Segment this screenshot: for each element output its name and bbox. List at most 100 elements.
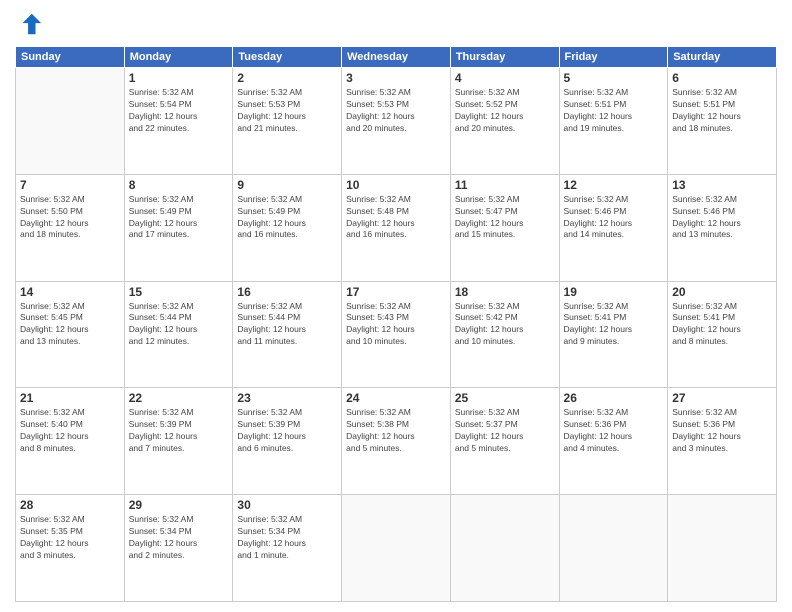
calendar-table: SundayMondayTuesdayWednesdayThursdayFrid… xyxy=(15,46,777,602)
day-info: Sunrise: 5:32 AM Sunset: 5:51 PM Dayligh… xyxy=(564,87,664,135)
day-number: 22 xyxy=(129,391,229,405)
day-number: 14 xyxy=(20,285,120,299)
header xyxy=(15,10,777,38)
calendar-cell: 3 Sunrise: 5:32 AM Sunset: 5:53 PM Daylig… xyxy=(342,68,451,175)
calendar-cell: 27 Sunrise: 5:32 AM Sunset: 5:36 PM Dayli… xyxy=(668,388,777,495)
calendar-cell: 21 Sunrise: 5:32 AM Sunset: 5:40 PM Dayli… xyxy=(16,388,125,495)
calendar-cell: 16 Sunrise: 5:32 AM Sunset: 5:44 PM Dayli… xyxy=(233,281,342,388)
calendar-cell: 5 Sunrise: 5:32 AM Sunset: 5:51 PM Daylig… xyxy=(559,68,668,175)
day-number: 25 xyxy=(455,391,555,405)
day-number: 27 xyxy=(672,391,772,405)
day-info: Sunrise: 5:32 AM Sunset: 5:53 PM Dayligh… xyxy=(346,87,446,135)
calendar-cell: 8 Sunrise: 5:32 AM Sunset: 5:49 PM Daylig… xyxy=(124,174,233,281)
day-number: 1 xyxy=(129,71,229,85)
calendar-cell: 24 Sunrise: 5:32 AM Sunset: 5:38 PM Dayli… xyxy=(342,388,451,495)
day-info: Sunrise: 5:32 AM Sunset: 5:41 PM Dayligh… xyxy=(672,301,772,349)
day-info: Sunrise: 5:32 AM Sunset: 5:37 PM Dayligh… xyxy=(455,407,555,455)
calendar-cell: 19 Sunrise: 5:32 AM Sunset: 5:41 PM Dayli… xyxy=(559,281,668,388)
day-info: Sunrise: 5:32 AM Sunset: 5:46 PM Dayligh… xyxy=(672,194,772,242)
calendar-cell: 2 Sunrise: 5:32 AM Sunset: 5:53 PM Daylig… xyxy=(233,68,342,175)
day-number: 6 xyxy=(672,71,772,85)
calendar-cell: 22 Sunrise: 5:32 AM Sunset: 5:39 PM Dayli… xyxy=(124,388,233,495)
day-number: 28 xyxy=(20,498,120,512)
day-info: Sunrise: 5:32 AM Sunset: 5:50 PM Dayligh… xyxy=(20,194,120,242)
day-info: Sunrise: 5:32 AM Sunset: 5:36 PM Dayligh… xyxy=(672,407,772,455)
calendar-cell xyxy=(450,495,559,602)
day-info: Sunrise: 5:32 AM Sunset: 5:46 PM Dayligh… xyxy=(564,194,664,242)
day-number: 8 xyxy=(129,178,229,192)
day-info: Sunrise: 5:32 AM Sunset: 5:51 PM Dayligh… xyxy=(672,87,772,135)
calendar-header-tuesday: Tuesday xyxy=(233,47,342,68)
calendar-cell xyxy=(342,495,451,602)
calendar-cell: 10 Sunrise: 5:32 AM Sunset: 5:48 PM Dayli… xyxy=(342,174,451,281)
calendar-cell xyxy=(16,68,125,175)
day-number: 19 xyxy=(564,285,664,299)
calendar-cell: 9 Sunrise: 5:32 AM Sunset: 5:49 PM Daylig… xyxy=(233,174,342,281)
logo-icon xyxy=(15,10,43,38)
calendar-header-saturday: Saturday xyxy=(668,47,777,68)
calendar-cell: 15 Sunrise: 5:32 AM Sunset: 5:44 PM Dayli… xyxy=(124,281,233,388)
calendar-header-friday: Friday xyxy=(559,47,668,68)
day-info: Sunrise: 5:32 AM Sunset: 5:53 PM Dayligh… xyxy=(237,87,337,135)
day-number: 9 xyxy=(237,178,337,192)
day-number: 13 xyxy=(672,178,772,192)
calendar-cell: 29Sunrise: 5:32 AM Sunset: 5:34 PM Dayli… xyxy=(124,495,233,602)
calendar-week-4: 21 Sunrise: 5:32 AM Sunset: 5:40 PM Dayli… xyxy=(16,388,777,495)
calendar-week-2: 7Sunrise: 5:32 AM Sunset: 5:50 PM Daylig… xyxy=(16,174,777,281)
calendar-cell: 6 Sunrise: 5:32 AM Sunset: 5:51 PM Daylig… xyxy=(668,68,777,175)
day-info: Sunrise: 5:32 AM Sunset: 5:39 PM Dayligh… xyxy=(237,407,337,455)
day-number: 4 xyxy=(455,71,555,85)
calendar-cell: 18 Sunrise: 5:32 AM Sunset: 5:42 PM Dayli… xyxy=(450,281,559,388)
day-info: Sunrise: 5:32 AM Sunset: 5:41 PM Dayligh… xyxy=(564,301,664,349)
calendar-cell: 20 Sunrise: 5:32 AM Sunset: 5:41 PM Dayli… xyxy=(668,281,777,388)
day-number: 5 xyxy=(564,71,664,85)
day-number: 2 xyxy=(237,71,337,85)
day-number: 12 xyxy=(564,178,664,192)
calendar-cell: 4 Sunrise: 5:32 AM Sunset: 5:52 PM Daylig… xyxy=(450,68,559,175)
day-number: 17 xyxy=(346,285,446,299)
calendar-week-3: 14Sunrise: 5:32 AM Sunset: 5:45 PM Dayli… xyxy=(16,281,777,388)
day-number: 18 xyxy=(455,285,555,299)
day-info: Sunrise: 5:32 AM Sunset: 5:34 PM Dayligh… xyxy=(237,514,337,562)
calendar-cell: 7Sunrise: 5:32 AM Sunset: 5:50 PM Daylig… xyxy=(16,174,125,281)
calendar-cell: 14Sunrise: 5:32 AM Sunset: 5:45 PM Dayli… xyxy=(16,281,125,388)
page: SundayMondayTuesdayWednesdayThursdayFrid… xyxy=(0,0,792,612)
day-number: 3 xyxy=(346,71,446,85)
calendar-cell: 12 Sunrise: 5:32 AM Sunset: 5:46 PM Dayli… xyxy=(559,174,668,281)
day-info: Sunrise: 5:32 AM Sunset: 5:43 PM Dayligh… xyxy=(346,301,446,349)
calendar-cell xyxy=(668,495,777,602)
calendar-header-thursday: Thursday xyxy=(450,47,559,68)
calendar-cell: 13 Sunrise: 5:32 AM Sunset: 5:46 PM Dayli… xyxy=(668,174,777,281)
day-number: 16 xyxy=(237,285,337,299)
day-number: 21 xyxy=(20,391,120,405)
day-info: Sunrise: 5:32 AM Sunset: 5:36 PM Dayligh… xyxy=(564,407,664,455)
day-number: 10 xyxy=(346,178,446,192)
day-info: Sunrise: 5:32 AM Sunset: 5:38 PM Dayligh… xyxy=(346,407,446,455)
day-info: Sunrise: 5:32 AM Sunset: 5:52 PM Dayligh… xyxy=(455,87,555,135)
day-number: 20 xyxy=(672,285,772,299)
day-info: Sunrise: 5:32 AM Sunset: 5:40 PM Dayligh… xyxy=(20,407,120,455)
day-info: Sunrise: 5:32 AM Sunset: 5:39 PM Dayligh… xyxy=(129,407,229,455)
day-info: Sunrise: 5:32 AM Sunset: 5:48 PM Dayligh… xyxy=(346,194,446,242)
day-number: 29 xyxy=(129,498,229,512)
day-info: Sunrise: 5:32 AM Sunset: 5:42 PM Dayligh… xyxy=(455,301,555,349)
calendar-week-1: 1 Sunrise: 5:32 AM Sunset: 5:54 PM Daylig… xyxy=(16,68,777,175)
calendar-cell: 28Sunrise: 5:32 AM Sunset: 5:35 PM Dayli… xyxy=(16,495,125,602)
calendar-cell: 26 Sunrise: 5:32 AM Sunset: 5:36 PM Dayli… xyxy=(559,388,668,495)
calendar-cell: 17 Sunrise: 5:32 AM Sunset: 5:43 PM Dayli… xyxy=(342,281,451,388)
day-info: Sunrise: 5:32 AM Sunset: 5:49 PM Dayligh… xyxy=(129,194,229,242)
day-number: 24 xyxy=(346,391,446,405)
day-info: Sunrise: 5:32 AM Sunset: 5:44 PM Dayligh… xyxy=(237,301,337,349)
day-number: 11 xyxy=(455,178,555,192)
day-number: 15 xyxy=(129,285,229,299)
day-number: 26 xyxy=(564,391,664,405)
logo xyxy=(15,10,47,38)
calendar-header-sunday: Sunday xyxy=(16,47,125,68)
calendar-header-monday: Monday xyxy=(124,47,233,68)
calendar-cell: 11 Sunrise: 5:32 AM Sunset: 5:47 PM Dayli… xyxy=(450,174,559,281)
day-info: Sunrise: 5:32 AM Sunset: 5:49 PM Dayligh… xyxy=(237,194,337,242)
calendar-header-row: SundayMondayTuesdayWednesdayThursdayFrid… xyxy=(16,47,777,68)
day-info: Sunrise: 5:32 AM Sunset: 5:47 PM Dayligh… xyxy=(455,194,555,242)
day-info: Sunrise: 5:32 AM Sunset: 5:44 PM Dayligh… xyxy=(129,301,229,349)
day-info: Sunrise: 5:32 AM Sunset: 5:54 PM Dayligh… xyxy=(129,87,229,135)
